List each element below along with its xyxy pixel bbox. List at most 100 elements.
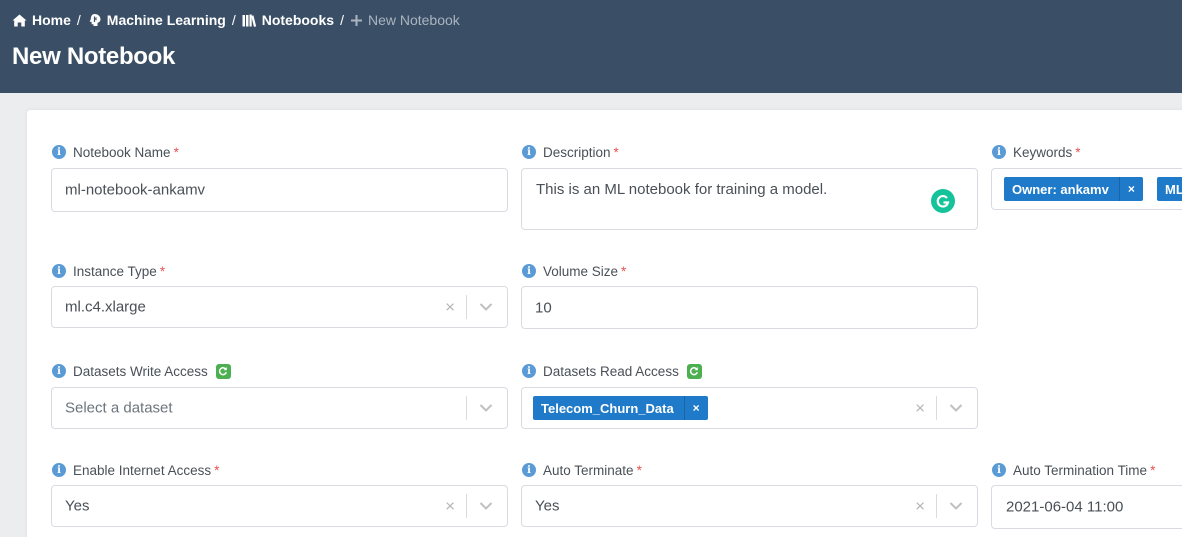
- description-textarea[interactable]: This is an ML notebook for training a mo…: [521, 168, 978, 230]
- breadcrumb-separator: /: [231, 12, 236, 28]
- required-marker: *: [621, 263, 627, 279]
- datasets-write-select[interactable]: Select a dataset: [51, 387, 508, 429]
- dataset-tag-label: Telecom_Churn_Data: [533, 396, 684, 420]
- volume-size-label-text: Volume Size: [543, 263, 619, 279]
- datasets-write-placeholder: Select a dataset: [65, 399, 173, 417]
- required-marker: *: [173, 144, 179, 160]
- required-marker: *: [613, 144, 619, 160]
- clear-icon[interactable]: ×: [915, 400, 925, 417]
- breadcrumb-notebooks-label: Notebooks: [261, 12, 335, 28]
- volume-size-value: 10: [535, 299, 552, 316]
- keywords-label-text: Keywords: [1013, 144, 1073, 160]
- plus-icon: [350, 14, 362, 26]
- breadcrumb: Home / Machine Learning / Notebooks / Ne…: [12, 11, 460, 29]
- home-icon: [12, 14, 27, 26]
- info-icon[interactable]: i: [992, 463, 1006, 477]
- instance-type-label-text: Instance Type: [73, 263, 157, 279]
- instance-type-label: i Instance Type *: [52, 263, 165, 279]
- enable-internet-select[interactable]: Yes ×: [51, 485, 508, 527]
- dataset-tag: Telecom_Churn_Data ×: [533, 396, 708, 420]
- breadcrumb-home[interactable]: Home: [12, 12, 71, 28]
- breadcrumb-current: New Notebook: [350, 12, 460, 28]
- auto-terminate-label: i Auto Terminate *: [522, 462, 642, 478]
- auto-termination-time-label: i Auto Termination Time *: [992, 462, 1155, 478]
- volume-size-label: i Volume Size *: [522, 263, 626, 279]
- keyword-tag: ML: [1157, 177, 1182, 201]
- datasets-write-label-text: Datasets Write Access: [73, 363, 208, 379]
- info-icon[interactable]: i: [52, 364, 66, 378]
- datasets-read-multiselect[interactable]: Telecom_Churn_Data × ×: [521, 387, 978, 429]
- datasets-read-label: i Datasets Read Access: [522, 363, 702, 379]
- auto-terminate-select[interactable]: Yes ×: [521, 485, 978, 527]
- required-marker: *: [214, 462, 220, 478]
- brain-icon: [89, 14, 101, 26]
- select-separator: [466, 396, 467, 420]
- grammarly-icon[interactable]: [931, 189, 955, 213]
- keywords-label: i Keywords *: [992, 144, 1081, 160]
- books-icon: [242, 14, 256, 27]
- instance-type-value: ml.c4.xlarge: [65, 298, 146, 316]
- auto-termination-time-value: 2021-06-04 11:00: [1006, 498, 1124, 516]
- auto-terminate-label-text: Auto Terminate: [543, 462, 634, 478]
- remove-tag-button[interactable]: ×: [683, 396, 708, 420]
- info-icon[interactable]: i: [522, 364, 536, 378]
- info-icon[interactable]: i: [52, 264, 66, 278]
- select-separator: [466, 494, 467, 518]
- notebook-name-value: ml-notebook-ankamv: [65, 181, 206, 199]
- clear-icon[interactable]: ×: [915, 498, 925, 515]
- info-icon[interactable]: i: [522, 463, 536, 477]
- required-marker: *: [636, 462, 642, 478]
- keyword-tag-label: ML: [1157, 177, 1182, 201]
- select-separator: [936, 396, 937, 420]
- description-label: i Description *: [522, 144, 619, 160]
- refresh-icon[interactable]: [686, 363, 702, 379]
- page-header: Home / Machine Learning / Notebooks / Ne…: [0, 0, 1182, 93]
- keyword-tag-label: Owner: ankamv: [1004, 177, 1119, 201]
- chevron-down-icon[interactable]: [949, 502, 963, 511]
- info-icon[interactable]: i: [522, 145, 536, 159]
- page-title: New Notebook: [12, 43, 176, 70]
- breadcrumb-separator: /: [340, 12, 344, 28]
- info-icon[interactable]: i: [522, 264, 536, 278]
- volume-size-input[interactable]: 10: [521, 286, 978, 329]
- required-marker: *: [159, 263, 166, 279]
- auto-termination-time-label-text: Auto Termination Time: [1013, 462, 1148, 478]
- chevron-down-icon[interactable]: [479, 303, 493, 312]
- enable-internet-value: Yes: [65, 497, 90, 515]
- clear-icon[interactable]: ×: [445, 299, 455, 316]
- breadcrumb-machine-learning[interactable]: Machine Learning: [87, 12, 226, 28]
- breadcrumb-notebooks[interactable]: Notebooks: [242, 12, 334, 28]
- datasets-read-label-text: Datasets Read Access: [543, 363, 679, 379]
- enable-internet-label-text: Enable Internet Access: [73, 462, 212, 478]
- breadcrumb-home-label: Home: [32, 12, 71, 28]
- auto-terminate-value: Yes: [535, 497, 560, 515]
- breadcrumb-separator: /: [76, 12, 81, 28]
- info-icon[interactable]: i: [52, 463, 66, 477]
- remove-tag-button[interactable]: ×: [1118, 177, 1143, 201]
- keyword-tag: Owner: ankamv ×: [1004, 177, 1143, 201]
- notebook-form-card: i Notebook Name * ml-notebook-ankamv i D…: [27, 110, 1182, 537]
- description-label-text: Description: [543, 144, 611, 160]
- enable-internet-label: i Enable Internet Access *: [52, 462, 219, 478]
- chevron-down-icon[interactable]: [949, 404, 963, 413]
- info-icon[interactable]: i: [992, 145, 1006, 159]
- select-separator: [466, 295, 467, 319]
- notebook-name-label-text: Notebook Name: [73, 144, 171, 160]
- required-marker: *: [1150, 462, 1156, 478]
- chevron-down-icon[interactable]: [479, 502, 493, 511]
- clear-icon[interactable]: ×: [445, 498, 455, 515]
- breadcrumb-machine-learning-label: Machine Learning: [106, 12, 226, 28]
- description-value: This is an ML notebook for training a mo…: [536, 181, 828, 198]
- refresh-icon[interactable]: [215, 363, 231, 379]
- notebook-name-label: i Notebook Name *: [52, 144, 179, 160]
- info-icon[interactable]: i: [52, 145, 66, 159]
- auto-termination-time-input[interactable]: 2021-06-04 11:00: [991, 485, 1182, 529]
- breadcrumb-current-label: New Notebook: [367, 12, 460, 28]
- datasets-write-label: i Datasets Write Access: [52, 363, 231, 379]
- keywords-multiselect[interactable]: Owner: ankamv × ML: [991, 168, 1182, 210]
- notebook-name-input[interactable]: ml-notebook-ankamv: [51, 168, 508, 212]
- required-marker: *: [1075, 144, 1081, 160]
- instance-type-select[interactable]: ml.c4.xlarge ×: [51, 286, 508, 328]
- select-separator: [936, 494, 937, 518]
- chevron-down-icon[interactable]: [479, 404, 493, 413]
